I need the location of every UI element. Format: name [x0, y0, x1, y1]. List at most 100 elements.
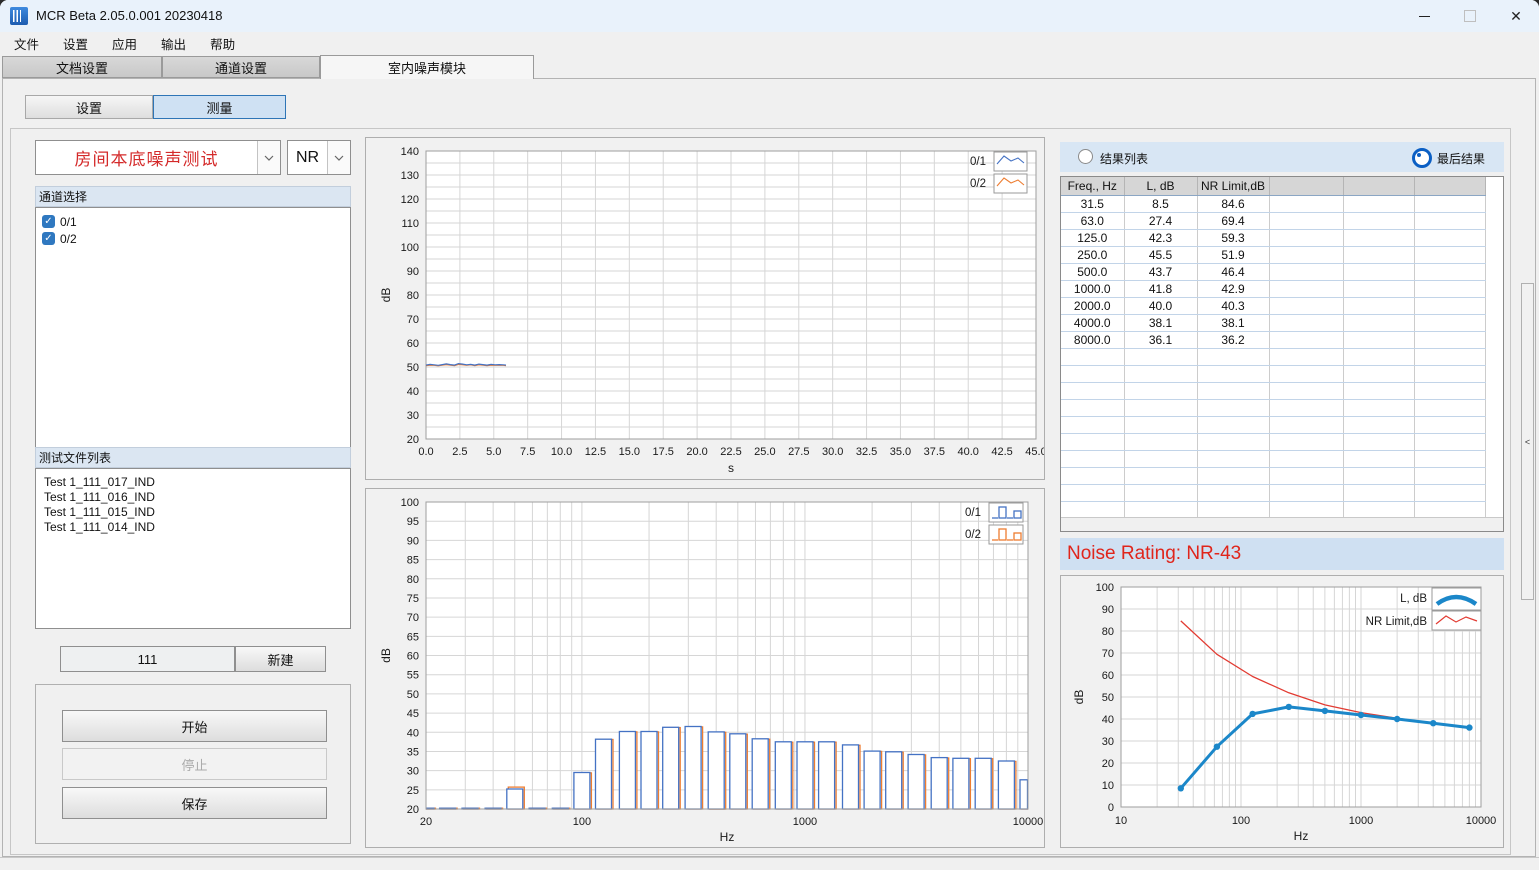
tab-settings[interactable]: 设置: [25, 95, 153, 119]
column-header-0[interactable]: Freq., Hz: [1061, 177, 1124, 196]
maximize-icon: [1464, 10, 1476, 22]
table-cell: [1343, 417, 1414, 434]
collapse-left-icon: <: [1525, 437, 1530, 447]
result-list-radio[interactable]: [1078, 149, 1093, 164]
data-point: [1286, 704, 1292, 710]
menu-item-3[interactable]: 输出: [157, 32, 190, 55]
bar-0/1-4000: [931, 758, 947, 809]
table-row[interactable]: [1061, 417, 1485, 434]
table-row[interactable]: [1061, 502, 1485, 519]
table-cell: [1061, 468, 1124, 485]
test-type-combobox[interactable]: 房间本底噪声测试: [35, 140, 281, 175]
svg-text:dB: dB: [379, 648, 393, 663]
column-header-3[interactable]: [1269, 177, 1343, 196]
main-tab-1[interactable]: 通道设置: [162, 56, 320, 78]
table-row[interactable]: [1061, 366, 1485, 383]
table-row[interactable]: [1061, 400, 1485, 417]
table-cell: [1414, 230, 1485, 247]
column-header-5[interactable]: [1414, 177, 1485, 196]
channel-item-0/1[interactable]: ✓0/1: [36, 213, 350, 230]
table-row[interactable]: [1061, 349, 1485, 366]
main-tab-0[interactable]: 文档设置: [2, 56, 162, 78]
table-row[interactable]: [1061, 451, 1485, 468]
table-cell: [1343, 468, 1414, 485]
table-row[interactable]: [1061, 485, 1485, 502]
table-row[interactable]: 500.043.746.4: [1061, 264, 1485, 281]
result-list-radio-label[interactable]: 结果列表: [1100, 150, 1148, 167]
table-cell: [1269, 417, 1343, 434]
menu-item-1[interactable]: 设置: [59, 32, 92, 55]
channel-item-0/2[interactable]: ✓0/2: [36, 230, 350, 247]
svg-text:12.5: 12.5: [585, 446, 606, 458]
table-cell: [1124, 502, 1197, 519]
table-cell: [1414, 451, 1485, 468]
test-type-dropdown-arrow[interactable]: [257, 141, 280, 174]
channel-listbox[interactable]: ✓0/1✓0/2: [35, 207, 351, 448]
table-row[interactable]: 8000.036.136.2: [1061, 332, 1485, 349]
result-table[interactable]: Freq., HzL, dBNR Limit,dB31.58.584.663.0…: [1061, 177, 1486, 519]
svg-text:70: 70: [407, 612, 419, 624]
menu-item-0[interactable]: 文件: [10, 32, 43, 55]
minimize-button[interactable]: [1401, 0, 1447, 32]
file-name-field[interactable]: 111: [60, 646, 235, 672]
checkbox-icon[interactable]: ✓: [42, 215, 55, 228]
table-cell: 36.2: [1197, 332, 1269, 349]
close-button[interactable]: ✕: [1493, 0, 1539, 32]
svg-text:90: 90: [407, 266, 419, 278]
table-row[interactable]: [1061, 468, 1485, 485]
last-result-radio[interactable]: [1412, 148, 1432, 168]
tab-measure[interactable]: 测量: [153, 95, 286, 119]
file-item-2[interactable]: Test 1_111_015_IND: [36, 505, 350, 520]
bar-0/1-400: [708, 732, 724, 809]
svg-text:45: 45: [407, 708, 419, 720]
svg-text:Hz: Hz: [1294, 829, 1309, 843]
table-cell: [1414, 349, 1485, 366]
application-window: MCR Beta 2.05.0.001 20230418 ✕ 文件设置应用输出帮…: [0, 0, 1539, 870]
table-row[interactable]: 250.045.551.9: [1061, 247, 1485, 264]
column-header-2[interactable]: NR Limit,dB: [1197, 177, 1269, 196]
rating-type-combobox[interactable]: NR: [287, 140, 351, 175]
new-button[interactable]: 新建: [235, 646, 326, 672]
svg-text:100: 100: [1232, 815, 1250, 827]
test-file-listbox[interactable]: Test 1_111_017_INDTest 1_111_016_INDTest…: [35, 468, 351, 629]
test-file-list-header: 测试文件列表: [35, 447, 351, 468]
column-header-1[interactable]: L, dB: [1124, 177, 1197, 196]
table-cell: [1061, 451, 1124, 468]
table-row[interactable]: [1061, 434, 1485, 451]
bar-0/1-800: [775, 742, 791, 809]
table-cell: [1124, 451, 1197, 468]
menu-item-2[interactable]: 应用: [108, 32, 141, 55]
table-row[interactable]: 125.042.359.3: [1061, 230, 1485, 247]
file-item-1[interactable]: Test 1_111_016_IND: [36, 490, 350, 505]
last-result-radio-label[interactable]: 最后结果: [1437, 150, 1485, 167]
maximize-button[interactable]: [1447, 0, 1493, 32]
start-button[interactable]: 开始: [62, 710, 327, 742]
table-row[interactable]: 4000.038.138.1: [1061, 315, 1485, 332]
panel-splitter[interactable]: <: [1521, 283, 1534, 600]
column-header-4[interactable]: [1343, 177, 1414, 196]
table-row[interactable]: [1061, 383, 1485, 400]
checkbox-icon[interactable]: ✓: [42, 232, 55, 245]
svg-text:L, dB: L, dB: [1400, 593, 1427, 605]
table-row[interactable]: 63.027.469.4: [1061, 213, 1485, 230]
table-row[interactable]: 31.58.584.6: [1061, 196, 1485, 213]
rating-type-dropdown-arrow[interactable]: [327, 141, 350, 174]
svg-text:17.5: 17.5: [653, 446, 674, 458]
menu-item-4[interactable]: 帮助: [206, 32, 239, 55]
file-item-3[interactable]: Test 1_111_014_IND: [36, 520, 350, 535]
file-item-0[interactable]: Test 1_111_017_IND: [36, 475, 350, 490]
table-cell: 31.5: [1061, 196, 1124, 213]
table-cell: [1269, 485, 1343, 502]
main-tab-2[interactable]: 室内噪声模块: [320, 55, 534, 79]
noise-rating-svg: 101001000100000102030405060708090100HzdB…: [1061, 576, 1503, 847]
table-cell: [1269, 468, 1343, 485]
svg-text:60: 60: [1102, 670, 1114, 682]
table-row[interactable]: 1000.041.842.9: [1061, 281, 1485, 298]
svg-text:100: 100: [573, 816, 591, 828]
svg-text:NR Limit,dB: NR Limit,dB: [1366, 616, 1428, 628]
table-row[interactable]: 2000.040.040.3: [1061, 298, 1485, 315]
bar-0/1-100: [574, 773, 590, 810]
table-cell: [1343, 196, 1414, 213]
table-cell: 42.9: [1197, 281, 1269, 298]
save-button[interactable]: 保存: [62, 787, 327, 819]
